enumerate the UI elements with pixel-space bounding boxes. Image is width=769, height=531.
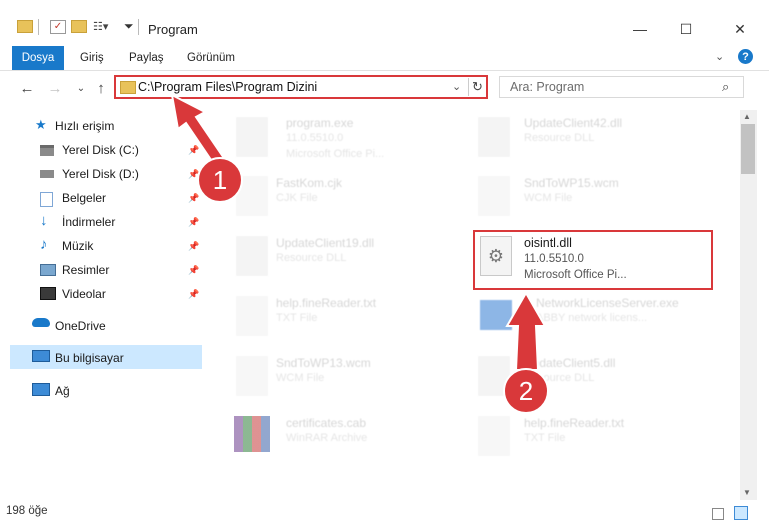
annotation-badge-1: 1 xyxy=(197,157,243,203)
item-count: 198 öğe xyxy=(6,505,48,517)
large-icons-view-icon[interactable] xyxy=(734,506,748,520)
arrow-2-icon xyxy=(505,290,547,371)
details-view-icon[interactable] xyxy=(712,508,724,520)
annotation-badge-2: 2 xyxy=(503,368,549,414)
annotation-arrows xyxy=(170,93,547,371)
